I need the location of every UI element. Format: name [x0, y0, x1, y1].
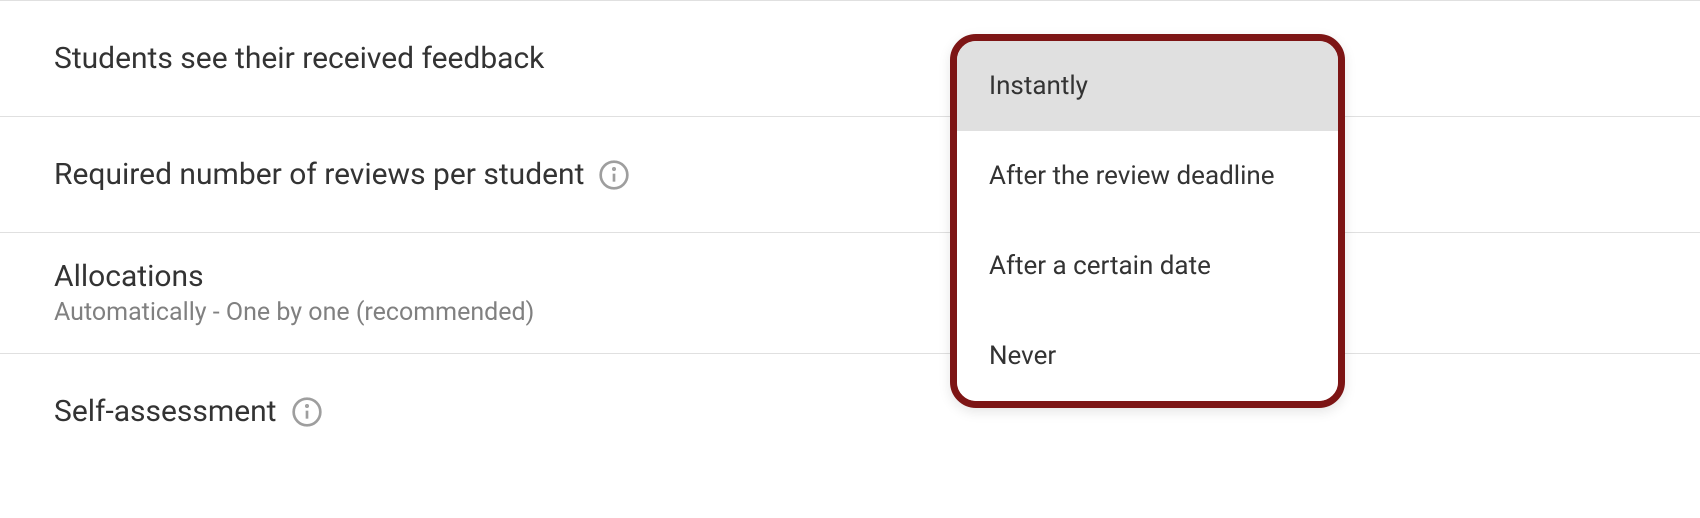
setting-label-self: Self-assessment	[54, 394, 277, 429]
setting-row-allocations[interactable]: Allocations Automatically - One by one (…	[0, 233, 1700, 354]
dropdown-item-never[interactable]: Never	[957, 311, 1338, 401]
setting-label-allocations: Allocations	[54, 259, 534, 294]
setting-label-feedback: Students see their received feedback	[54, 41, 544, 76]
setting-row-feedback[interactable]: Students see their received feedback	[0, 1, 1700, 117]
dropdown-item-after-deadline[interactable]: After the review deadline	[957, 131, 1338, 221]
dropdown-item-after-date[interactable]: After a certain date	[957, 221, 1338, 311]
setting-label-reviews: Required number of reviews per student	[54, 157, 584, 192]
setting-row-self[interactable]: Self-assessment	[0, 354, 1700, 429]
dropdown-item-instantly[interactable]: Instantly	[957, 41, 1338, 131]
info-icon[interactable]	[291, 396, 323, 428]
setting-sub-allocations: Automatically - One by one (recommended)	[54, 298, 534, 327]
setting-row-reviews[interactable]: Required number of reviews per student	[0, 117, 1700, 233]
settings-list: Students see their received feedback Req…	[0, 0, 1700, 518]
info-icon[interactable]	[598, 159, 630, 191]
feedback-dropdown[interactable]: Instantly After the review deadline Afte…	[950, 34, 1345, 408]
